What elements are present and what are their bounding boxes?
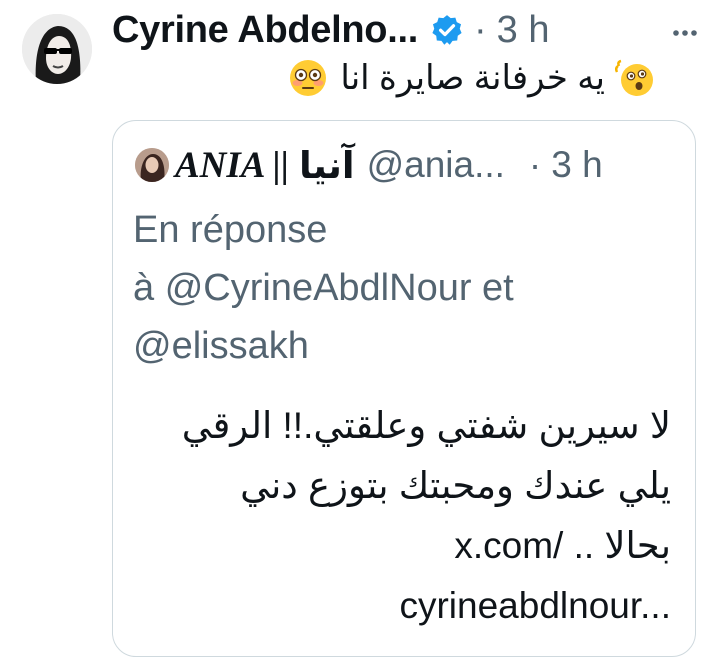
tweet-text: يه خرفانة صايرة انا [288,58,655,98]
quoted-display-name-arabic[interactable]: آنيا [299,144,355,187]
separator-dot: · [473,8,487,51]
avatar[interactable] [22,14,92,84]
quoted-time[interactable]: 3 h [551,144,602,186]
quoted-body-line: يلي عندك ومحبتك بتوزع دني [240,465,671,506]
reply-line: @elissakh [133,325,309,367]
quoted-body-line: لا سيرين شفتي وعلقتي.!! الرقي [181,405,671,446]
verified-badge-icon [430,13,464,47]
quoted-separator-dot: · [528,144,542,185]
reply-context: En réponse à @CyrineAbdlNour et @elissak… [133,201,673,375]
tweet-body: يه خرفانة صايرة انا [340,59,605,97]
flushed-face-emoji [288,58,328,98]
quoted-avatar[interactable] [135,148,169,182]
tweet-header: Cyrine Abdelno... · 3 h [112,6,549,54]
reply-line: En réponse [133,209,328,251]
dizzy-face-emoji [614,58,655,98]
quoted-body-line: بحالا .. /x.com [454,525,671,566]
quoted-tweet-card[interactable]: ANIA || آنيا @ania... · 3 h En réponse à… [112,120,696,657]
quoted-tweet-header: ANIA || آنيا @ania... · 3 h [135,143,603,187]
reply-line: à @CyrineAbdlNour et [133,267,514,309]
quoted-display-name[interactable]: ANIA || [175,144,289,187]
display-name[interactable]: Cyrine Abdelno... [112,9,418,52]
quoted-handle[interactable]: @ania... [367,144,505,186]
quoted-body-link[interactable]: cyrineabdlnour... [131,576,671,636]
more-options-icon[interactable] [670,18,700,48]
quoted-tweet-body: لا سيرين شفتي وعلقتي.!! الرقي يلي عندك و… [131,396,671,636]
tweet-time[interactable]: 3 h [497,9,550,52]
